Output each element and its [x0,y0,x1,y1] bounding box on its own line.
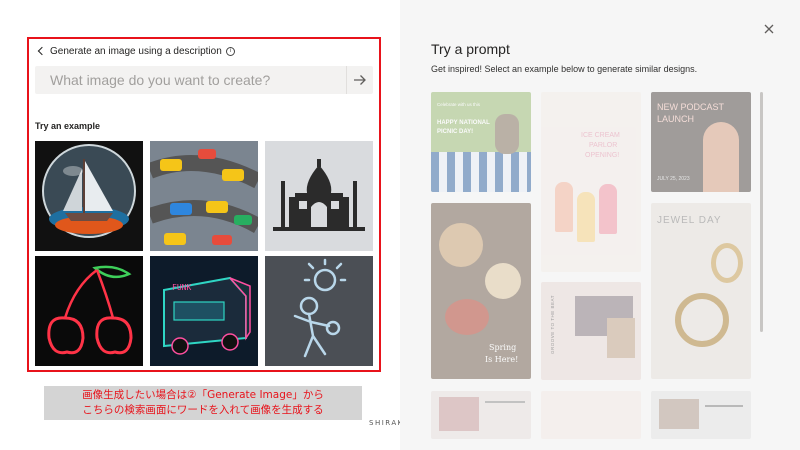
template-card-bottom-1[interactable] [431,391,531,439]
template-card-bottom-3[interactable] [651,391,751,439]
scrollbar[interactable] [760,92,763,332]
card-text: GROOVE TO THE BEAT [549,295,555,354]
card-text: HAPPY NATIONAL [437,120,490,126]
generate-image-panel: Generate an image using a description i … [0,0,400,450]
card-text: PARLOR [589,142,618,149]
card-text: Celebrate with us this [437,102,481,107]
card-text: JEWEL DAY [657,215,722,226]
template-card-podcast[interactable]: NEW PODCAST LAUNCH JULY 25, 2023 [651,92,751,192]
card-text: LAUNCH [657,114,695,124]
card-text: NEW PODCAST [657,102,725,112]
template-card-picnic-day[interactable]: Celebrate with us this HAPPY NATIONAL PI… [431,92,531,192]
template-card-bottom-2[interactable] [541,391,641,439]
template-card-ice-cream[interactable]: ICE CREAM PARLOR OPENING! [541,92,641,272]
card-text: Spring [489,343,517,352]
caption-line-1: 画像生成したい場合は②「Generate Image」から [82,389,324,401]
card-text: ICE CREAM [581,132,620,139]
annotation-caption: 画像生成したい場合は②「Generate Image」から こちらの検索画面にワ… [44,386,362,420]
highlight-frame [27,37,381,372]
template-card-spring[interactable]: Spring Is Here! [431,203,531,379]
caption-line-2: こちらの検索画面にワードを入れて画像を生成する [82,404,324,416]
try-prompt-subtitle: Get inspired! Select an example below to… [431,64,698,74]
card-text: PICNIC DAY! [437,129,474,135]
close-icon[interactable] [762,22,776,36]
dog-image [495,114,519,154]
try-prompt-title: Try a prompt [431,41,510,57]
template-card-jewel-day[interactable]: JEWEL DAY [651,203,751,379]
template-card-groove[interactable]: GROOVE TO THE BEAT [541,282,641,380]
card-text: OPENING! [585,152,620,159]
card-text: JULY 25, 2023 [657,176,690,182]
card-text: Is Here! [485,355,519,364]
